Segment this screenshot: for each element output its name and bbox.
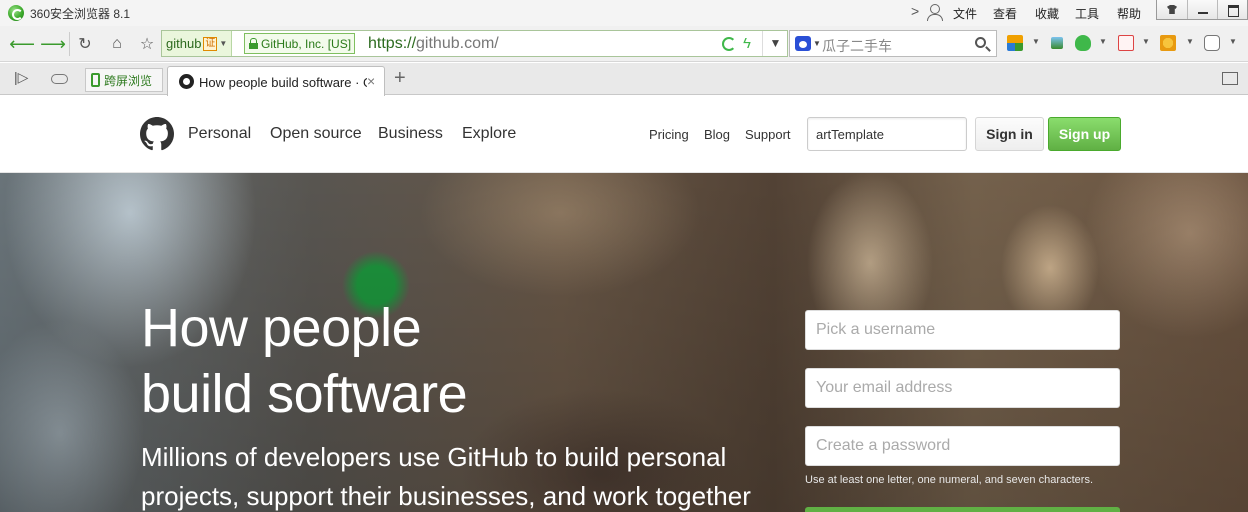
minimize-button[interactable] — [1187, 0, 1217, 19]
nav-business[interactable]: Business — [378, 125, 443, 143]
site-header: Personal Open source Business Explore Pr… — [0, 96, 1248, 173]
user-icon[interactable] — [927, 4, 943, 21]
search-placeholder: 瓜子二手车 — [822, 38, 892, 54]
github-favicon-icon — [179, 74, 194, 89]
site-tag[interactable]: github 证 ▼ — [162, 31, 233, 56]
site-search-input[interactable] — [807, 117, 967, 151]
home-button[interactable]: ⌂ — [103, 31, 131, 57]
nav-blog[interactable]: Blog — [704, 127, 730, 142]
hero-headline-line1: How people — [141, 298, 422, 358]
browser-logo-icon — [8, 5, 24, 21]
sign-up-button[interactable]: Sign up — [1048, 117, 1121, 151]
skin-icon[interactable] — [1157, 0, 1187, 19]
tab-github[interactable]: How people build software · GitHub × — [167, 66, 385, 96]
cross-screen-label: 跨屏浏览 — [104, 73, 153, 88]
image-icon[interactable] — [1051, 37, 1063, 49]
window-controls — [1156, 0, 1248, 20]
speed-mode-icon[interactable]: ϟ — [743, 35, 751, 52]
cloud-icon[interactable] — [51, 74, 68, 84]
window-titlebar: 360安全浏览器 8.1 > 文件 查看 收藏 工具 帮助 — [0, 0, 1248, 26]
translate-icon[interactable] — [1118, 35, 1134, 51]
tab-strip: |▷ 跨屏浏览 How people build software · GitH… — [0, 63, 1248, 96]
menu-tools[interactable]: 工具 — [1075, 5, 1099, 22]
nav-explore[interactable]: Explore — [462, 125, 516, 143]
baidu-paw-icon[interactable] — [795, 36, 811, 51]
favorite-star-button[interactable]: ☆ — [133, 31, 161, 57]
maximize-button[interactable] — [1217, 0, 1247, 19]
nav-personal[interactable]: Personal — [188, 125, 251, 143]
menu-view[interactable]: 查看 — [993, 5, 1017, 22]
search-icon[interactable] — [975, 37, 986, 48]
signup-submit-button[interactable] — [805, 507, 1120, 512]
ev-certificate-badge[interactable]: GitHub, Inc. [US] — [244, 33, 356, 54]
sidebar-toggle-icon[interactable]: |▷ — [14, 69, 28, 86]
hero-headline-line2: build software — [141, 364, 468, 424]
menu-file[interactable]: 文件 — [953, 5, 977, 22]
caret-down-icon[interactable]: ▼ — [1099, 37, 1107, 46]
hero-section: How people build software Millions of de… — [0, 173, 1248, 512]
email-field[interactable] — [805, 368, 1120, 408]
new-tab-button[interactable]: + — [394, 67, 406, 90]
chevron-right-icon[interactable]: > — [911, 3, 919, 19]
address-toolbar: ⟵ ⟶ ↻ ⌂ ☆ github 证 ▼ GitHub, Inc. [US] h… — [0, 26, 1248, 62]
password-field[interactable] — [805, 426, 1120, 466]
caret-down-icon[interactable]: ▼ — [1142, 37, 1150, 46]
toolbar-divider — [69, 32, 70, 56]
back-button[interactable]: ⟵ — [8, 31, 36, 57]
caret-down-icon[interactable]: ▼ — [1032, 37, 1040, 46]
phone-icon — [91, 73, 100, 87]
security-shield-icon[interactable] — [1075, 35, 1091, 51]
close-icon[interactable]: × — [367, 73, 375, 89]
sign-in-button[interactable]: Sign in — [975, 117, 1044, 151]
url-text[interactable]: https://github.com/ — [368, 35, 499, 53]
forward-button[interactable]: ⟶ — [39, 31, 67, 57]
password-hint: Use at least one letter, one numeral, an… — [805, 474, 1093, 486]
url-host: github.com/ — [416, 35, 499, 52]
game-icon[interactable] — [1204, 35, 1220, 51]
window-title: 360安全浏览器 8.1 — [30, 7, 131, 21]
address-dropdown-button[interactable]: ▼ — [762, 31, 788, 56]
ev-org-label: GitHub, Inc. [US] — [261, 36, 352, 51]
nav-pricing[interactable]: Pricing — [649, 127, 689, 142]
menu-favorites[interactable]: 收藏 — [1035, 5, 1059, 22]
nav-open-source[interactable]: Open source — [270, 125, 362, 143]
cross-screen-browse-button[interactable]: 跨屏浏览 — [85, 68, 163, 92]
tab-title: How people build software · GitHub — [199, 75, 367, 90]
refresh-button[interactable]: ↻ — [71, 31, 99, 57]
menu-help[interactable]: 帮助 — [1117, 5, 1141, 22]
lock-icon — [249, 38, 258, 49]
username-field[interactable] — [805, 310, 1120, 350]
github-logo-icon[interactable] — [140, 117, 174, 151]
site-tag-label: github — [166, 36, 202, 51]
compat-mode-icon[interactable] — [722, 37, 736, 51]
hero-subtitle-line1: Millions of developers use GitHub to bui… — [141, 442, 727, 472]
caret-down-icon[interactable]: ▼ — [1229, 37, 1237, 46]
url-scheme: https:// — [368, 35, 417, 52]
caret-down-icon[interactable]: ▼ — [813, 39, 821, 48]
nav-support[interactable]: Support — [745, 127, 791, 142]
search-engine-box[interactable]: ▼ 瓜子二手车 — [789, 30, 997, 57]
certificate-icon: 证 — [203, 36, 218, 51]
gear-icon[interactable] — [1160, 35, 1176, 51]
address-bar[interactable]: github 证 ▼ GitHub, Inc. [US] https://git… — [161, 30, 788, 57]
apps-grid-icon[interactable] — [1007, 35, 1023, 51]
tab-list-icon[interactable] — [1222, 72, 1238, 85]
caret-down-icon[interactable]: ▼ — [1186, 37, 1194, 46]
hero-subtitle-line2: projects, support their businesses, and … — [141, 481, 751, 511]
caret-down-icon: ▼ — [219, 39, 228, 48]
